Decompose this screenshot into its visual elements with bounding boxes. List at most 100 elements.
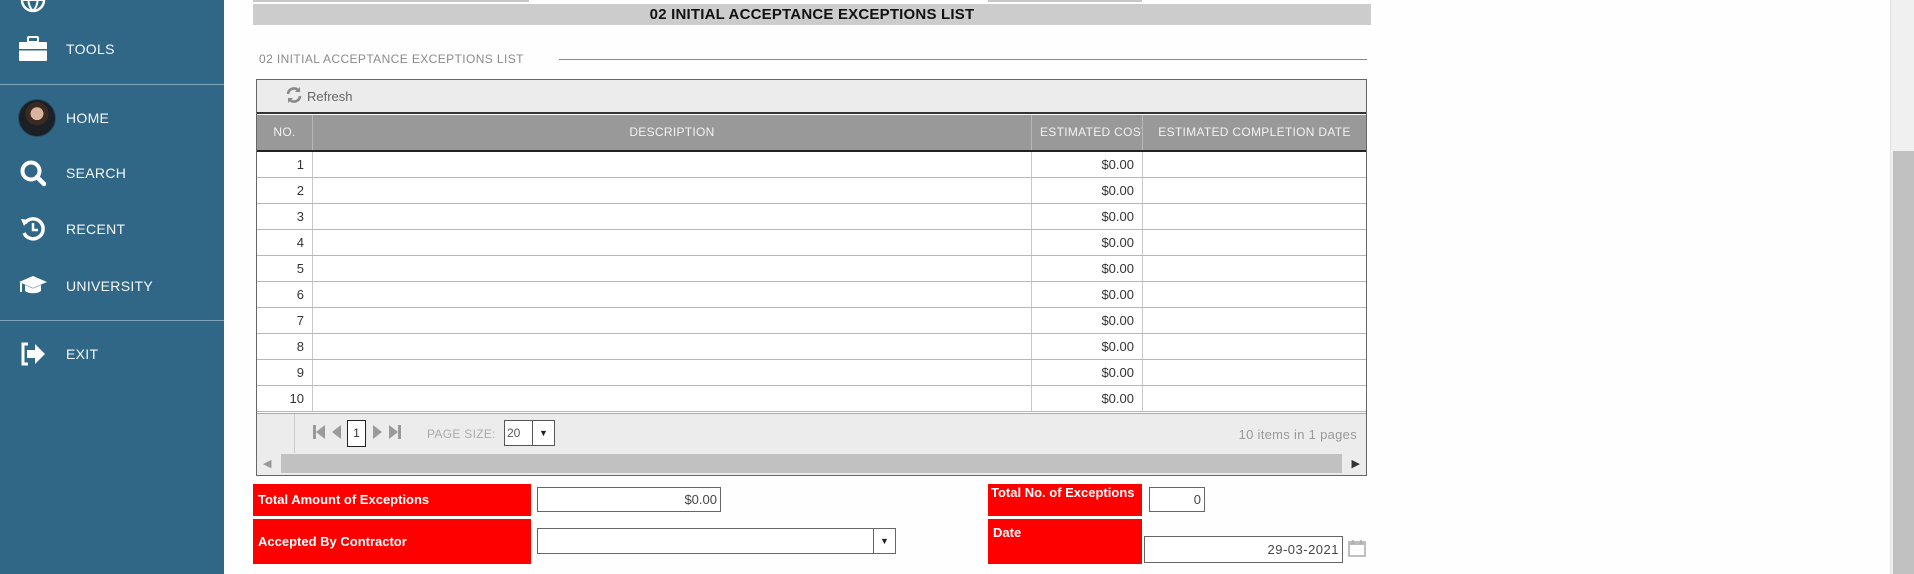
cell-estimated-completion-date[interactable] [1143, 204, 1366, 229]
clipped-input[interactable] [988, 0, 1142, 2]
cell-description[interactable] [313, 256, 1032, 281]
vertical-scrollbar[interactable] [1890, 0, 1914, 574]
table-row[interactable]: 8 $0.00 [257, 334, 1366, 360]
sidebar-item-search[interactable]: SEARCH [0, 151, 224, 195]
column-header-no[interactable]: NO. [257, 115, 313, 150]
table-row[interactable]: 10 $0.00 [257, 386, 1366, 412]
clipped-input[interactable] [253, 0, 529, 2]
cell-estimated-completion-date[interactable] [1143, 360, 1366, 385]
chevron-down-icon[interactable]: ▼ [532, 421, 554, 445]
cell-estimated-cost[interactable]: $0.00 [1032, 230, 1143, 255]
table-row[interactable]: 6 $0.00 [257, 282, 1366, 308]
page-size-select[interactable]: 20 ▼ [504, 420, 555, 446]
cell-description[interactable] [313, 386, 1032, 411]
cell-estimated-cost[interactable]: $0.00 [1032, 282, 1143, 307]
cell-no[interactable]: 7 [257, 308, 313, 333]
grid-toolbar: Refresh [257, 80, 1366, 114]
chevron-down-icon[interactable]: ▼ [873, 529, 895, 553]
pager-info: 10 items in 1 pages [1238, 427, 1357, 442]
calendar-icon[interactable] [1348, 539, 1366, 562]
cell-no[interactable]: 1 [257, 152, 313, 177]
date-label: Date [988, 519, 1142, 564]
grid-header: NO. DESCRIPTION ESTIMATED COST ESTIMATED… [257, 115, 1366, 152]
cell-no[interactable]: 8 [257, 334, 313, 359]
first-page-icon[interactable] [313, 425, 325, 442]
table-row[interactable]: 7 $0.00 [257, 308, 1366, 334]
cell-no[interactable]: 3 [257, 204, 313, 229]
prev-page-icon[interactable] [332, 425, 341, 442]
cell-description[interactable] [313, 282, 1032, 307]
table-row[interactable]: 1 $0.00 [257, 152, 1366, 178]
cell-description[interactable] [313, 230, 1032, 255]
sidebar-item-university[interactable]: UNIVERSITY [0, 264, 224, 308]
column-header-description[interactable]: DESCRIPTION [313, 115, 1032, 150]
cell-estimated-cost[interactable]: $0.00 [1032, 308, 1143, 333]
sidebar-item-label: EXIT [66, 346, 99, 362]
last-page-icon[interactable] [389, 425, 401, 442]
cell-estimated-cost[interactable]: $0.00 [1032, 204, 1143, 229]
table-row[interactable]: 5 $0.00 [257, 256, 1366, 282]
cell-estimated-completion-date[interactable] [1143, 152, 1366, 177]
cell-estimated-cost[interactable]: $0.00 [1032, 178, 1143, 203]
cell-estimated-completion-date[interactable] [1143, 230, 1366, 255]
cell-estimated-completion-date[interactable] [1143, 282, 1366, 307]
sidebar-item-exit[interactable]: EXIT [0, 332, 224, 376]
scroll-right-icon[interactable]: ▶ [1352, 457, 1360, 470]
page-size-value: 20 [507, 426, 521, 440]
sidebar-item-home[interactable]: HOME [0, 96, 224, 140]
graduation-cap-icon [18, 271, 48, 301]
cell-description[interactable] [313, 360, 1032, 385]
column-header-estimated-completion-date[interactable]: ESTIMATED COMPLETION DATE [1143, 115, 1366, 150]
exit-icon [18, 339, 48, 369]
sidebar-item-label: SEARCH [66, 165, 127, 181]
briefcase-icon [18, 34, 48, 64]
cell-estimated-cost[interactable]: $0.00 [1032, 360, 1143, 385]
cell-description[interactable] [313, 178, 1032, 203]
sidebar-item-globe[interactable] [0, 0, 224, 22]
table-row[interactable]: 3 $0.00 [257, 204, 1366, 230]
cell-estimated-completion-date[interactable] [1143, 308, 1366, 333]
pager-spacer [257, 414, 295, 454]
accepted-by-contractor-label: Accepted By Contractor [253, 519, 531, 564]
cell-description[interactable] [313, 308, 1032, 333]
cell-estimated-completion-date[interactable] [1143, 334, 1366, 359]
cell-description[interactable] [313, 334, 1032, 359]
sidebar-item-tools[interactable]: TOOLS [0, 27, 224, 71]
cell-estimated-cost[interactable]: $0.00 [1032, 386, 1143, 411]
cell-estimated-cost[interactable]: $0.00 [1032, 334, 1143, 359]
scrollbar-thumb[interactable] [1893, 151, 1914, 574]
cell-estimated-completion-date[interactable] [1143, 178, 1366, 203]
cell-estimated-completion-date[interactable] [1143, 256, 1366, 281]
scroll-left-icon[interactable]: ◀ [263, 457, 271, 470]
column-header-estimated-cost[interactable]: ESTIMATED COST [1032, 115, 1143, 150]
cell-no[interactable]: 9 [257, 360, 313, 385]
cell-description[interactable] [313, 152, 1032, 177]
next-page-icon[interactable] [373, 425, 382, 442]
cell-no[interactable]: 4 [257, 230, 313, 255]
horizontal-scrollbar[interactable]: ◀ ▶ [257, 453, 1366, 475]
table-row[interactable]: 2 $0.00 [257, 178, 1366, 204]
cell-no[interactable]: 2 [257, 178, 313, 203]
cell-no[interactable]: 5 [257, 256, 313, 281]
sidebar-divider [0, 84, 224, 85]
table-row[interactable]: 4 $0.00 [257, 230, 1366, 256]
current-page[interactable]: 1 [347, 420, 366, 447]
total-amount-field[interactable]: $0.00 [537, 487, 721, 512]
total-no-label: Total No. of Exceptions [988, 484, 1142, 516]
cell-description[interactable] [313, 204, 1032, 229]
total-amount-label: Total Amount of Exceptions [253, 484, 531, 516]
cell-estimated-cost[interactable]: $0.00 [1032, 152, 1143, 177]
cell-estimated-cost[interactable]: $0.00 [1032, 256, 1143, 281]
table-row[interactable]: 9 $0.00 [257, 360, 1366, 386]
date-field[interactable]: 29-03-2021 [1144, 536, 1343, 563]
fieldset-legend: 02 INITIAL ACCEPTANCE EXCEPTIONS LIST [259, 52, 524, 66]
refresh-button[interactable]: Refresh [285, 86, 353, 107]
sidebar-item-recent[interactable]: RECENT [0, 207, 224, 251]
total-no-field[interactable]: 0 [1149, 487, 1205, 512]
scrollbar-thumb[interactable] [281, 454, 1342, 473]
cell-no[interactable]: 10 [257, 386, 313, 411]
accepted-by-contractor-select[interactable]: ▼ [537, 528, 896, 554]
cell-estimated-completion-date[interactable] [1143, 386, 1366, 411]
cell-no[interactable]: 6 [257, 282, 313, 307]
search-icon [18, 158, 48, 188]
